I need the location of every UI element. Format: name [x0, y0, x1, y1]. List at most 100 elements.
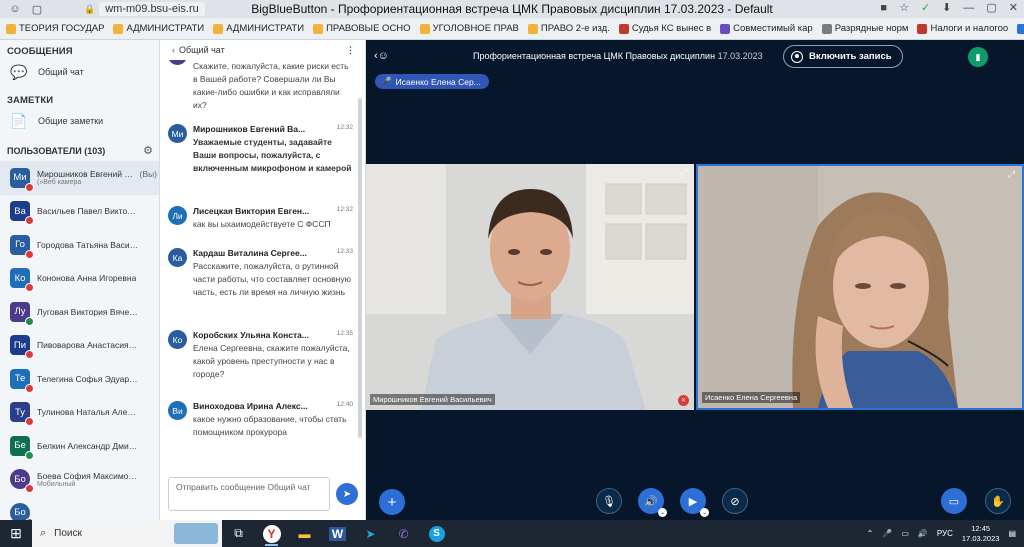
screenshare-button[interactable]: ⊘ [722, 488, 748, 514]
user-list-item[interactable]: Бе Белкин Александр Дмитриевич [0, 429, 159, 463]
user-list-item[interactable]: Лу Луговая Виктория Вячеславовна [0, 295, 159, 329]
word-app[interactable]: W [321, 520, 354, 547]
webcam-image-man [366, 164, 694, 410]
actions-button[interactable]: + [379, 489, 405, 515]
chat-message-text: как вы ыхаимодействуете С ФССП [193, 219, 331, 229]
bookmark-item[interactable]: ТЕОРИЯ ГОСУДАР [6, 23, 104, 34]
avatar: Пи [10, 335, 34, 360]
user-list-item[interactable]: Ту Тулинова Наталья Александров... [0, 396, 159, 430]
bookmark-item[interactable]: Судья КС вынес в [618, 23, 711, 34]
chat-message-list[interactable]: Ли Скажите, пожалуйста, какие риски есть … [160, 60, 365, 458]
fullscreen-icon[interactable]: ⤢ [1006, 169, 1017, 180]
public-chat-item[interactable]: 💬 Общий чат [0, 57, 159, 87]
bookmark-item[interactable]: Совместимый кар [720, 23, 813, 34]
yandex-browser-app[interactable]: Y [255, 520, 288, 547]
search-placeholder: Поиск [54, 528, 82, 539]
mute-toggle-button[interactable]: 🎙 [596, 488, 622, 514]
skype-app[interactable]: S [420, 520, 453, 547]
fullscreen-icon[interactable]: ⤢ [678, 167, 689, 178]
shared-notes-item[interactable]: 📄 Общие заметки [0, 106, 159, 136]
bookmark-label: Разрядные норм [834, 23, 909, 34]
download-icon[interactable]: ⬇ [942, 1, 951, 14]
user-info: Боева София Максимовна Мобильный [37, 471, 157, 488]
favicon-icon [419, 23, 430, 34]
chat-message-input[interactable]: Отправить сообщение Общий чат [168, 477, 330, 511]
show-hidden-icon[interactable]: ⌃ [867, 529, 874, 538]
microphone-icon: 🎤 [381, 76, 392, 86]
bookmark-item[interactable]: УГОЛОВНОЕ ПРАВ [419, 23, 519, 34]
chevron-left-icon: ‹ [172, 45, 175, 55]
bookmark-item[interactable]: Разрядные норм [821, 23, 909, 34]
user-list-item[interactable]: Ва Васильев Павел Викторович [0, 195, 159, 229]
profile-icon[interactable]: ☺ [8, 2, 22, 16]
task-view-button[interactable]: ⧉ [222, 520, 255, 547]
microphone-tray-icon[interactable]: 🎤 [882, 529, 892, 538]
talking-indicator[interactable]: 🎤 Исаенко Елена Сер... [375, 74, 489, 89]
video-name-label[interactable]: Исаенко Елена Сергеевна [702, 392, 801, 403]
chat-timestamp: 12:35 [336, 330, 353, 337]
avatar-initials: Ми [13, 172, 27, 184]
taskbar-search[interactable]: ⌕ Поиск [32, 520, 222, 547]
chat-scrollbar[interactable] [358, 98, 362, 438]
bookmark-item[interactable]: ПРАВОВЫЕ ОСНО [313, 23, 411, 34]
restore-presentation-button[interactable]: ▭ [941, 488, 967, 514]
favicon-icon [917, 23, 928, 34]
bookmark-item[interactable]: АДМИНИСТРАТИ [113, 23, 204, 34]
minimize-icon[interactable]: — [963, 2, 974, 14]
hide-chat-button[interactable]: ‹ Общий чат [172, 45, 225, 55]
search-highlight-image [174, 523, 218, 544]
gear-icon[interactable]: ⚙ [143, 144, 153, 157]
bookmark-item[interactable]: Текущий [1017, 23, 1024, 34]
bookmark-icon[interactable]: ☆ [899, 1, 909, 14]
user-list-item[interactable]: Пи Пивоварова Анастасия Сергее... [0, 329, 159, 363]
bookmark-item[interactable]: Налоги и налогоо [917, 23, 1008, 34]
webcam-button[interactable]: ▶ ⌄ [680, 488, 709, 517]
network-icon[interactable]: ▭ [901, 529, 909, 538]
shield-icon[interactable]: ✓ [921, 1, 930, 14]
video-tile-isaenko[interactable]: Исаенко Елена Сергеевна ⤢ [696, 164, 1024, 410]
address-bar[interactable]: 🔒 wm-m09.bsu-eis.ru [84, 2, 205, 16]
connection-status-button[interactable]: ▮ [968, 47, 988, 67]
leave-audio-button[interactable]: 🔊 ⌄ [638, 488, 667, 517]
user-list-item[interactable]: Ко Кононова Анна Игоревна [0, 262, 159, 296]
video-name-label[interactable]: Мирошников Евгений Васильевич [370, 394, 495, 405]
user-list-item[interactable]: Бо Боева София Максимовна Мобильный [0, 463, 159, 497]
user-name: Тулинова Наталья Александров... [37, 407, 139, 418]
start-button[interactable]: ⊞ [0, 520, 32, 547]
user-name: Луговая Виктория Вячеславовна [37, 306, 139, 317]
close-icon[interactable]: ✕ [1009, 1, 1018, 14]
record-button[interactable]: Включить запись [783, 45, 903, 68]
language-indicator[interactable]: РУС [937, 529, 953, 538]
volume-icon[interactable]: 🔊 [918, 529, 928, 538]
chat-message-meta: Лисецкая Виктория Евген... 12:32 [193, 206, 353, 216]
telegram-app[interactable]: ➤ [354, 520, 387, 547]
avatar: Те [10, 368, 34, 393]
viber-app[interactable]: ✆ [387, 520, 420, 547]
avatar: Ту [10, 402, 34, 427]
bookmark-label: УГОЛОВНОЕ ПРАВ [432, 23, 519, 34]
more-options-icon[interactable]: ⋮ [346, 45, 355, 56]
chat-message-body: Мирошников Евгений Ва... 12:32 Уважаемые с… [193, 124, 353, 175]
microphone-icon [25, 316, 34, 326]
bookmark-item[interactable]: АДМИНИСТРАТИ [213, 23, 304, 34]
raise-hand-button[interactable]: ✋ [985, 488, 1011, 514]
camera-icon[interactable]: ■ [880, 2, 887, 14]
maximize-icon[interactable]: ▢ [986, 1, 996, 14]
chevron-down-icon[interactable]: ⌄ [658, 508, 667, 517]
send-button[interactable]: ➤ [336, 483, 358, 505]
video-tile-miroshnikov[interactable]: Мирошников Евгений Васильевич ⤢ ✕ [366, 164, 694, 410]
chevron-down-icon[interactable]: ⌄ [700, 508, 709, 517]
toggle-userlist-button[interactable]: ‹☺ [374, 50, 389, 62]
favicon-icon [527, 23, 538, 34]
file-explorer-app[interactable]: ▬ [288, 520, 321, 547]
bookmark-item[interactable]: ПРАВО 2-е изд. [527, 23, 610, 34]
clock[interactable]: 12:45 17.03.2023 [962, 524, 1000, 544]
user-list-item[interactable]: Бо [0, 496, 159, 520]
url-text[interactable]: wm-m09.bsu-eis.ru [99, 2, 205, 16]
user-list-item[interactable]: Те Телегина Софья Эдуардовна [0, 362, 159, 396]
tabs-icon[interactable]: ▢ [30, 2, 44, 16]
video-camera-icon: ▶ [688, 495, 698, 508]
notifications-icon[interactable]: ▤ [1008, 529, 1016, 538]
user-list-item[interactable]: Ми Мирошников Евгений Вас... (Вы) (»Веб кам… [0, 161, 159, 195]
user-list-item[interactable]: Го Городова Татьяна Васильевна [0, 228, 159, 262]
